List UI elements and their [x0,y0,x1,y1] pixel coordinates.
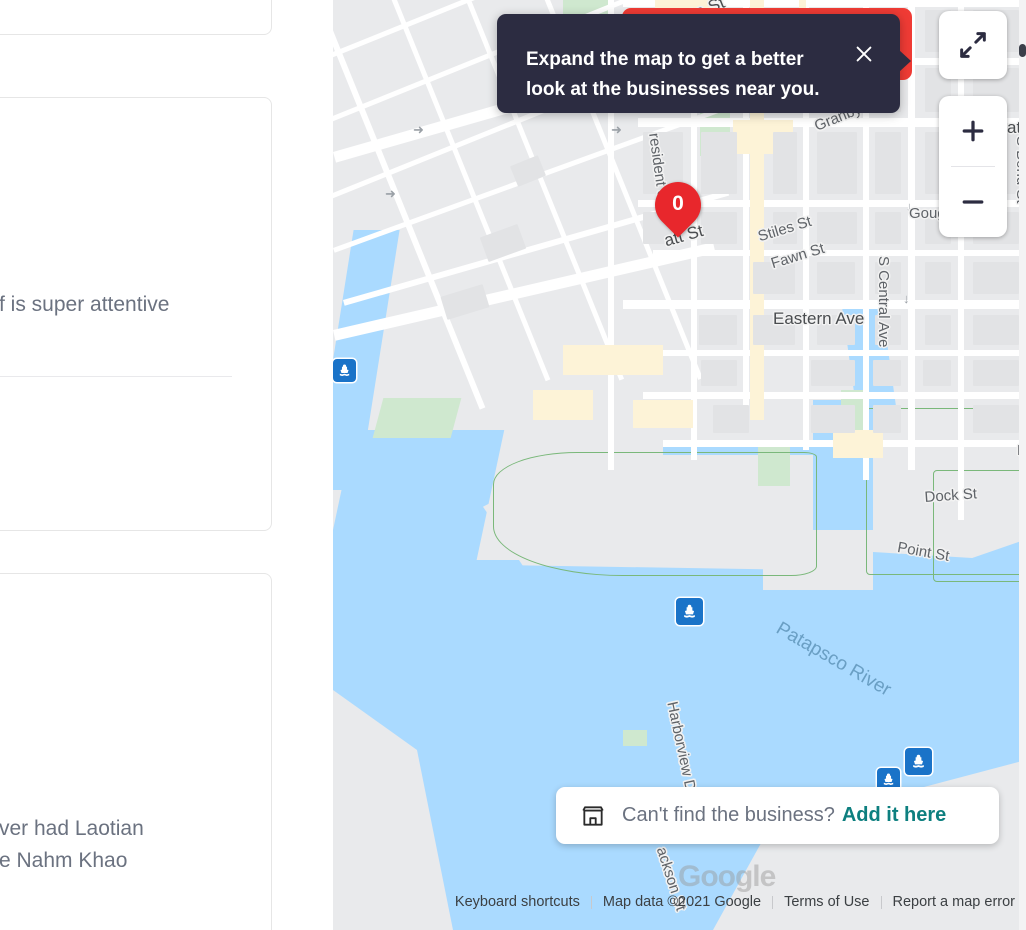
minus-icon [962,200,984,204]
one-way-arrow-icon: ➜ [385,186,396,201]
tooltip-message: Expand the map to get a better look at t… [526,49,820,100]
ferry-stop-icon[interactable] [676,598,703,625]
zoom-controls [939,96,1007,237]
scrollbar-thumb[interactable] [1019,44,1026,57]
map-data-credit: Map data ©2021 Google [602,894,762,910]
map-attribution-bar: Keyboard shortcuts Map data ©2021 Google… [333,892,1026,912]
ferry-stop-icon[interactable] [905,748,932,775]
storefront-icon [580,803,606,829]
add-business-banner[interactable]: Can't find the business? Add it here [556,787,999,844]
review-card[interactable] [0,0,272,35]
google-watermark: Google [678,860,776,893]
card-divider [0,376,232,377]
one-way-arrow-icon: ➜ [413,122,424,137]
street-label: Eastern Ave [773,309,865,328]
zoom-out-button[interactable] [939,167,1007,237]
keyboard-shortcuts-link[interactable]: Keyboard shortcuts [444,894,591,910]
expand-arrows-icon [960,32,986,58]
street-label: S Central Ave [875,256,892,348]
ferry-stop-icon[interactable] [333,359,356,382]
review-snippet: f is super attentive [0,293,170,316]
add-business-link[interactable]: Add it here [842,804,946,827]
marker-count: 0 [672,192,684,215]
results-sidebar: f is super attentive ver had Laotian e N… [0,0,333,930]
tooltip-tail [899,50,911,72]
add-business-question: Can't find the business? [622,804,835,826]
close-icon[interactable] [850,40,878,68]
expand-map-tooltip: Expand the map to get a better look at t… [497,14,911,113]
zoom-in-button[interactable] [939,96,1007,166]
plus-icon [962,120,984,142]
page-scrollbar[interactable] [1019,0,1026,930]
review-snippet: ver had Laotian [0,817,144,840]
review-snippet: e Nahm Khao [0,849,128,872]
one-way-arrow-icon: ↓ [903,291,910,306]
terms-of-use-link[interactable]: Terms of Use [773,894,880,910]
one-way-arrow-icon: ➜ [611,122,622,137]
map-search-page: f is super attentive ver had Laotian e N… [0,0,1026,930]
map-marker[interactable]: 0 [645,172,711,238]
report-map-error-link[interactable]: Report a map error [882,894,1026,910]
expand-map-button[interactable] [939,11,1007,79]
